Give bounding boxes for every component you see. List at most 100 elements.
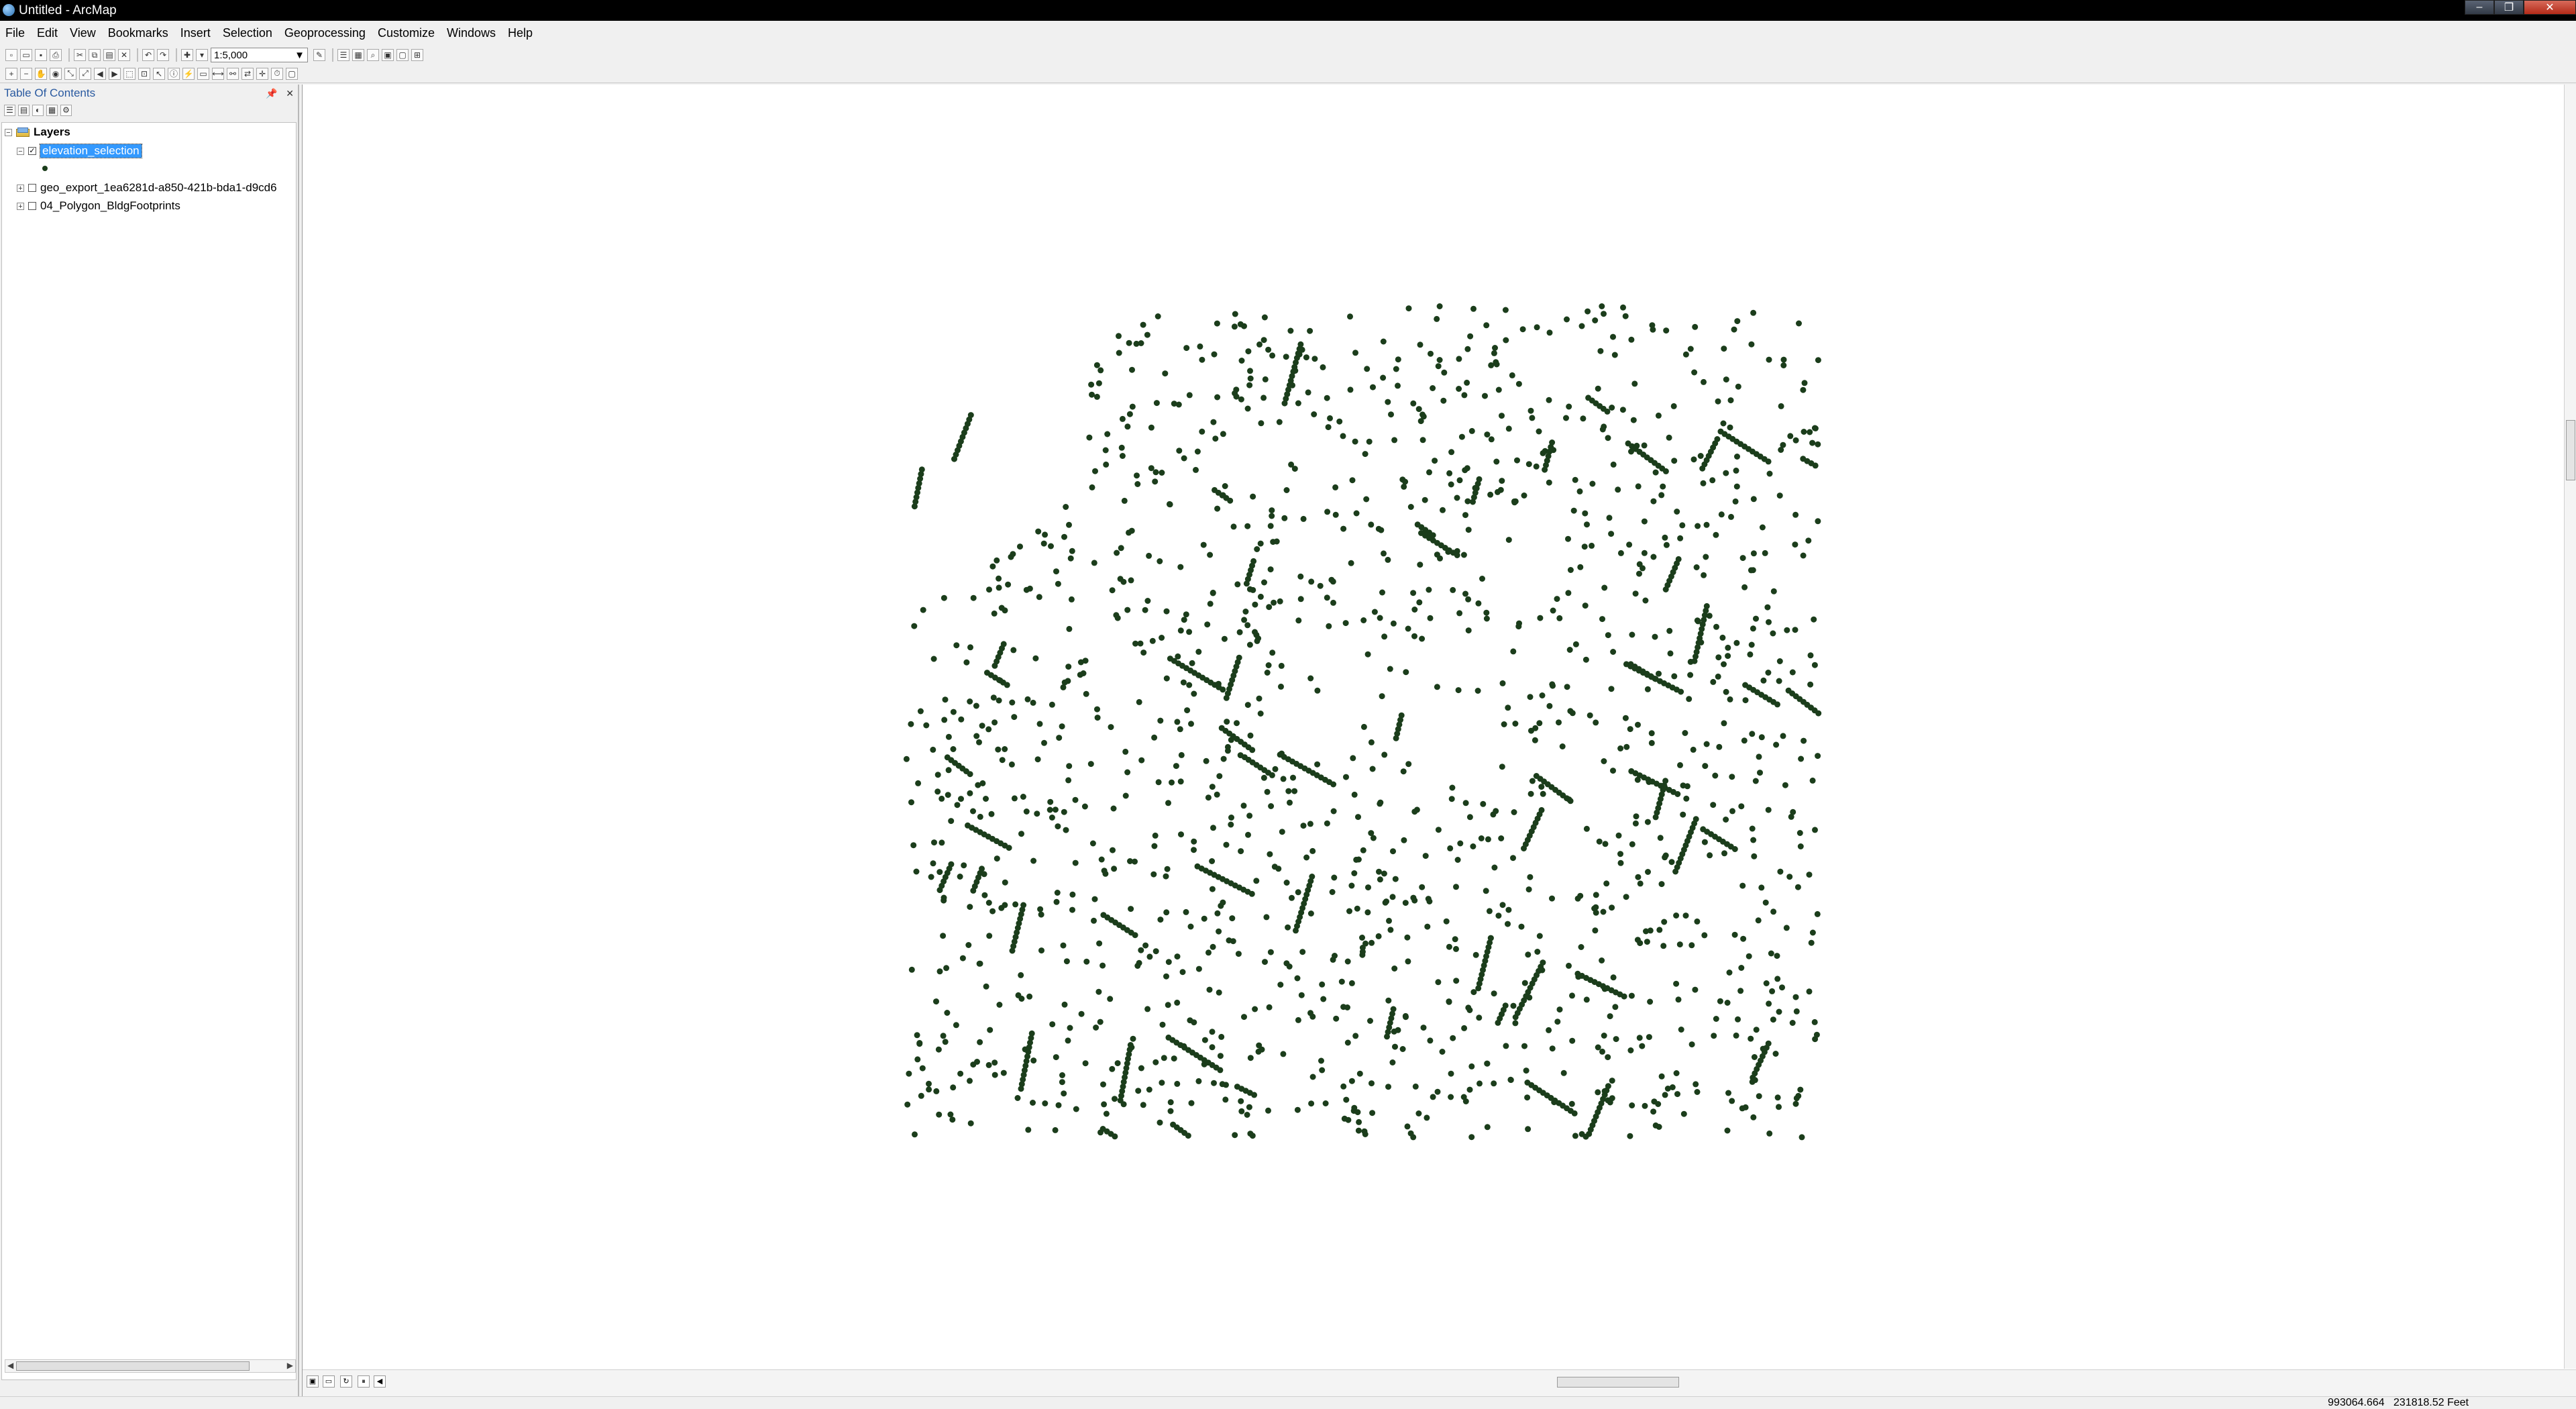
elevation-point: [1456, 356, 1462, 362]
elevation-point: [1061, 533, 1067, 540]
undo-icon[interactable]: ↶: [142, 49, 154, 61]
find-route-icon[interactable]: ⇄: [241, 67, 254, 80]
select-features-icon[interactable]: ⬚: [123, 67, 136, 80]
catalog-icon[interactable]: ▦: [352, 49, 364, 61]
map-display[interactable]: ▣ ▭ ↻ ⏸ ◀: [302, 85, 2576, 1396]
close-panel-icon[interactable]: ✕: [286, 88, 294, 99]
open-folder-icon[interactable]: ▭: [20, 49, 32, 61]
elevation-point: [1518, 923, 1525, 930]
layout-view-button[interactable]: ▭: [323, 1375, 335, 1388]
identify-icon[interactable]: ⓘ: [168, 67, 180, 80]
add-data-icon[interactable]: ✚: [181, 49, 193, 61]
elevation-point: [1636, 570, 1642, 577]
go-to-xy-icon[interactable]: ✛: [256, 67, 268, 80]
forward-extent-icon[interactable]: ▶: [109, 67, 121, 80]
expand-icon[interactable]: +: [17, 202, 24, 210]
menu-selection[interactable]: Selection: [223, 26, 272, 40]
arctoolbox-icon[interactable]: ▣: [382, 49, 394, 61]
tree-root-layers[interactable]: − Layers: [5, 124, 70, 140]
expand-icon[interactable]: +: [17, 184, 24, 192]
layer-label[interactable]: geo_export_1ea6281d-a850-421b-bda1-d9cd6: [40, 181, 277, 195]
collapse-icon[interactable]: −: [17, 147, 24, 155]
menu-edit[interactable]: Edit: [37, 26, 58, 40]
scroll-left-arrow-icon[interactable]: ◀: [7, 1361, 13, 1370]
select-elements-arrow-icon[interactable]: ↖: [153, 67, 165, 80]
search-window-icon[interactable]: ⌕: [367, 49, 379, 61]
layer-visibility-checkbox[interactable]: ✓: [28, 147, 36, 155]
elevation-point: [1132, 640, 1138, 647]
minimize-button[interactable]: –: [2465, 0, 2494, 15]
elevation-point: [1650, 1108, 1657, 1115]
print-icon[interactable]: ⎙: [50, 49, 62, 61]
map-canvas[interactable]: [303, 85, 2565, 1369]
copy-icon[interactable]: ⧉: [89, 49, 101, 61]
toc-horizontal-scrollbar[interactable]: ◀ ▶: [5, 1359, 296, 1373]
pan-hand-icon[interactable]: ✋: [35, 67, 47, 80]
list-by-source-icon[interactable]: ▤: [18, 104, 30, 116]
fixed-zoom-in-icon[interactable]: ⤡: [64, 67, 76, 80]
menu-file[interactable]: File: [5, 26, 25, 40]
menu-windows[interactable]: Windows: [447, 26, 496, 40]
menu-geoprocessing[interactable]: Geoprocessing: [284, 26, 366, 40]
pause-drawing-icon[interactable]: ⏸: [358, 1375, 370, 1388]
back-extent-icon[interactable]: ◀: [94, 67, 106, 80]
scrollbar-thumb[interactable]: [1557, 1377, 1679, 1388]
menu-view[interactable]: View: [70, 26, 96, 40]
model-builder-icon[interactable]: ⊞: [411, 49, 423, 61]
close-button[interactable]: ✕: [2524, 0, 2576, 15]
html-popup-icon[interactable]: ▭: [197, 67, 209, 80]
refresh-view-icon[interactable]: ↻: [340, 1375, 352, 1388]
zoom-in-icon[interactable]: +: [5, 67, 17, 80]
paste-icon[interactable]: ▤: [103, 49, 115, 61]
zoom-out-icon[interactable]: −: [20, 67, 32, 80]
layer-label[interactable]: 04_Polygon_BldgFootprints: [40, 199, 180, 213]
measure-icon[interactable]: ⟷: [212, 67, 224, 80]
elevation-point: [1140, 321, 1146, 328]
elevation-point: [1342, 620, 1349, 627]
table-of-contents-icon[interactable]: ☰: [337, 49, 350, 61]
scrollbar-thumb[interactable]: [2566, 420, 2575, 480]
data-view-button[interactable]: ▣: [307, 1375, 319, 1388]
redo-icon[interactable]: ↷: [157, 49, 169, 61]
hyperlink-icon[interactable]: ⚡: [182, 67, 195, 80]
layer-visibility-checkbox[interactable]: [28, 202, 36, 210]
clear-selection-icon[interactable]: ⊡: [138, 67, 150, 80]
cut-icon[interactable]: ✂: [74, 49, 86, 61]
scroll-right-arrow-icon[interactable]: ▶: [287, 1361, 293, 1370]
list-by-visibility-icon[interactable]: ◐: [32, 104, 44, 116]
elevation-point: [1210, 589, 1216, 596]
layer-item-bldg-footprints[interactable]: + 04_Polygon_BldgFootprints: [17, 198, 180, 214]
list-by-drawing-order-icon[interactable]: ☰: [4, 104, 15, 116]
list-by-selection-icon[interactable]: ▦: [46, 104, 58, 116]
map-scale-dropdown[interactable]: 1:5,000 ▼: [211, 48, 308, 62]
layer-item-geo-export[interactable]: + geo_export_1ea6281d-a850-421b-bda1-d9c…: [17, 180, 277, 196]
map-vertical-scrollbar[interactable]: [2564, 85, 2576, 1369]
menu-bookmarks[interactable]: Bookmarks: [108, 26, 168, 40]
find-binoculars-icon[interactable]: ⚯: [227, 67, 239, 80]
fixed-zoom-out-icon[interactable]: ⤢: [79, 67, 91, 80]
toc-options-icon[interactable]: ⚙: [60, 104, 72, 116]
full-extent-globe-icon[interactable]: ◉: [50, 67, 62, 80]
create-viewer-window-icon[interactable]: ▢: [286, 67, 298, 80]
map-horizontal-scrollbar[interactable]: [390, 1375, 2563, 1389]
save-icon[interactable]: ▪: [35, 49, 47, 61]
python-window-icon[interactable]: ▢: [396, 49, 409, 61]
add-data-dropdown-icon[interactable]: ▾: [196, 49, 208, 61]
layer-visibility-checkbox[interactable]: [28, 184, 36, 192]
auto-hide-pin-icon[interactable]: 📌: [266, 88, 277, 99]
elevation-point: [1589, 480, 1596, 487]
scroll-left-arrow-icon[interactable]: ◀: [374, 1375, 386, 1388]
elevation-point: [1280, 776, 1287, 782]
time-slider-icon[interactable]: ⏱: [271, 67, 283, 80]
scrollbar-thumb[interactable]: [16, 1361, 250, 1371]
restore-button[interactable]: ❐: [2494, 0, 2524, 15]
menu-insert[interactable]: Insert: [180, 26, 211, 40]
layer-item-elevation-selection[interactable]: − ✓ elevation_selection: [17, 143, 142, 159]
delete-icon[interactable]: ✕: [118, 49, 130, 61]
editor-toolbar-icon[interactable]: ✎: [313, 49, 325, 61]
menu-customize[interactable]: Customize: [378, 26, 435, 40]
menu-help[interactable]: Help: [508, 26, 533, 40]
collapse-icon[interactable]: −: [5, 128, 12, 136]
new-document-icon[interactable]: ▫: [5, 49, 17, 61]
layer-label[interactable]: elevation_selection: [40, 144, 142, 158]
